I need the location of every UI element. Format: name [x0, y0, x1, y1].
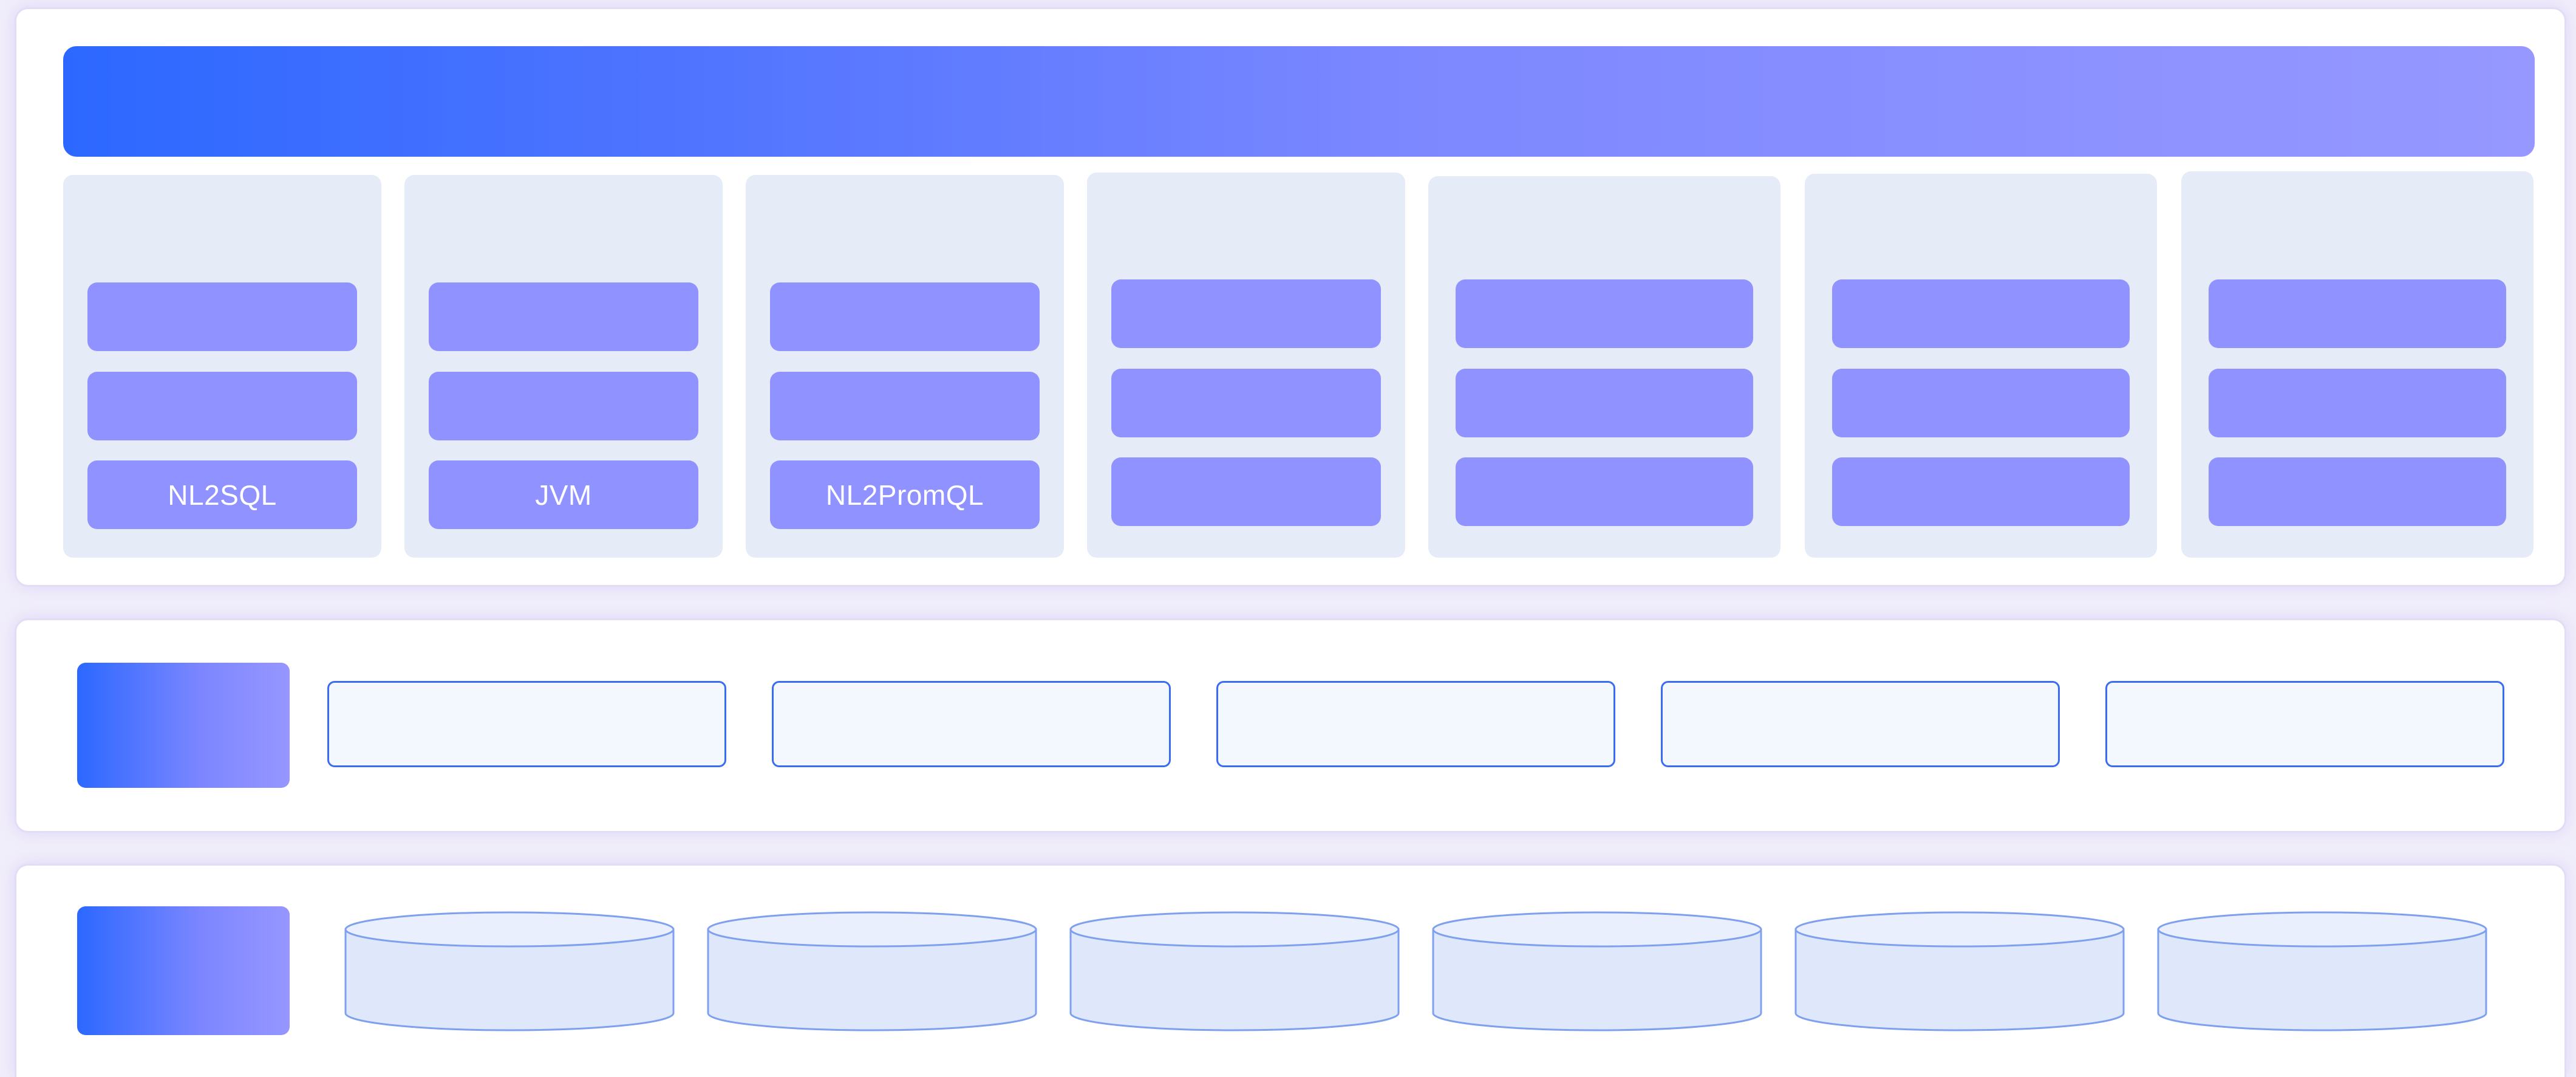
feature-module[interactable] [2209, 369, 2506, 437]
feature-module[interactable] [1456, 457, 1753, 526]
feature-module-nl2promql[interactable]: NL2PromQL [770, 460, 1040, 529]
database-icon [2157, 911, 2487, 1031]
feature-module[interactable] [1111, 279, 1381, 348]
feature-module[interactable] [1456, 279, 1753, 348]
database-icon [1069, 911, 1400, 1031]
feature-module[interactable] [1111, 369, 1381, 437]
feature-module[interactable] [87, 372, 357, 440]
service-box[interactable] [1216, 681, 1615, 767]
feature-module[interactable] [1111, 457, 1381, 526]
application-layer-header [63, 46, 2535, 157]
feature-module-nl2sql[interactable]: NL2SQL [87, 460, 357, 529]
feature-module[interactable] [429, 372, 698, 440]
feature-module[interactable] [87, 282, 357, 351]
database-icon [344, 911, 675, 1031]
data-layer-label [77, 906, 290, 1035]
feature-module[interactable] [1832, 457, 2130, 526]
feature-module[interactable] [1832, 369, 2130, 437]
feature-module[interactable] [2209, 279, 2506, 348]
feature-module[interactable] [429, 282, 698, 351]
feature-module[interactable] [1832, 279, 2130, 348]
service-box[interactable] [772, 681, 1171, 767]
service-box[interactable] [2105, 681, 2504, 767]
service-layer-label [77, 663, 290, 788]
database-icon [1794, 911, 2125, 1031]
database-icon [707, 911, 1037, 1031]
service-box[interactable] [327, 681, 726, 767]
feature-module[interactable] [2209, 457, 2506, 526]
database-icon [1432, 911, 1762, 1031]
feature-module[interactable] [770, 372, 1040, 440]
feature-module[interactable] [770, 282, 1040, 351]
feature-module[interactable] [1456, 369, 1753, 437]
service-box[interactable] [1661, 681, 2060, 767]
feature-module-jvm[interactable]: JVM [429, 460, 698, 529]
